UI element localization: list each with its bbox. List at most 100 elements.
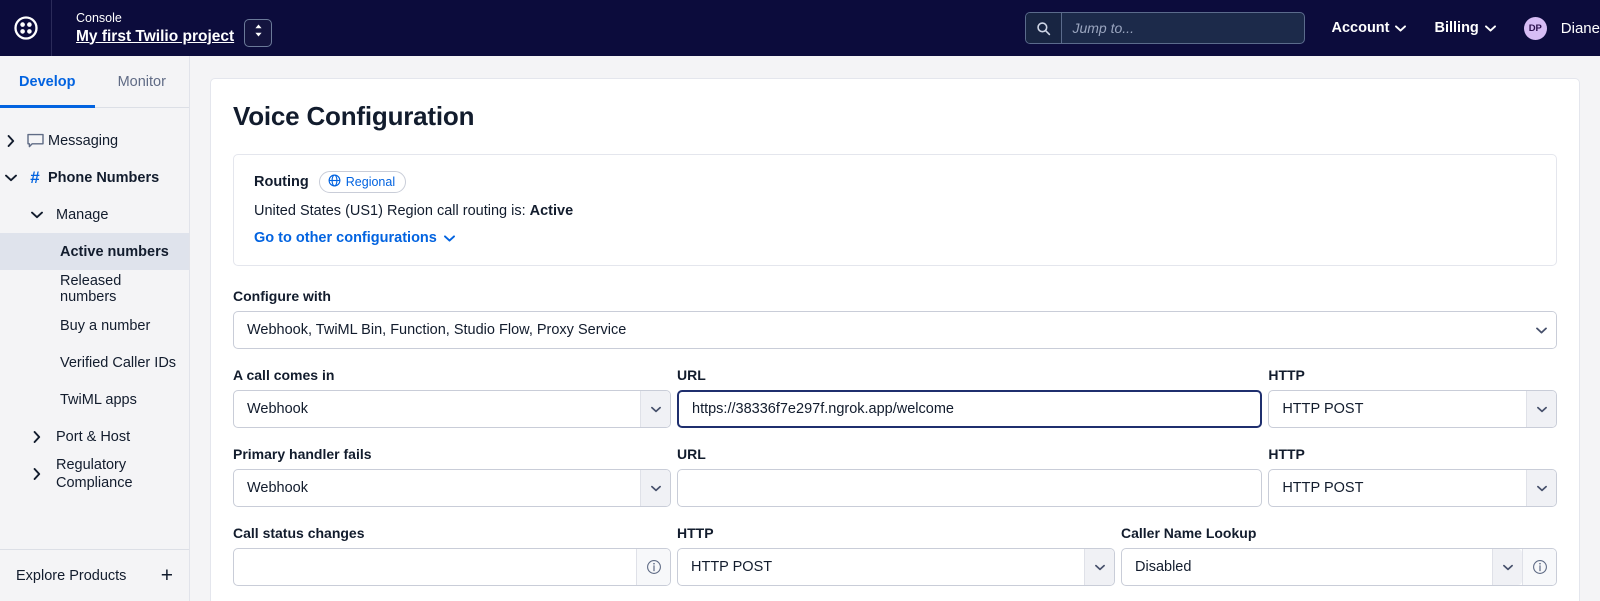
- sidebar-item-phone-numbers[interactable]: # Phone Numbers: [0, 159, 189, 196]
- sidebar-item-messaging[interactable]: Messaging: [0, 122, 189, 159]
- sidebar-item-label: Port & Host: [56, 428, 131, 445]
- info-icon[interactable]: [1522, 549, 1556, 585]
- call-comes-in-http-group: HTTP HTTP POST: [1268, 367, 1558, 428]
- go-to-other-configurations-link[interactable]: Go to other configurations: [254, 230, 455, 246]
- routing-header: Routing Regional: [254, 171, 1536, 193]
- sidebar-item-buy-a-number[interactable]: Buy a number: [0, 307, 189, 344]
- routing-status-prefix: United States (US1) Region call routing …: [254, 203, 530, 219]
- chevron-down-icon[interactable]: [1526, 312, 1556, 348]
- chevron-right-icon[interactable]: [26, 467, 48, 480]
- call-comes-in-label: A call comes in: [233, 367, 335, 383]
- configure-with-select[interactable]: Webhook, TwiML Bin, Function, Studio Flo…: [233, 311, 1557, 349]
- routing-status-text: United States (US1) Region call routing …: [254, 203, 1536, 219]
- sidebar-item-label: TwiML apps: [60, 391, 137, 408]
- plus-icon[interactable]: +: [161, 565, 173, 586]
- page-title: Voice Configuration: [233, 101, 475, 131]
- explore-products-button[interactable]: Explore Products +: [0, 549, 189, 601]
- primary-handler-fails-select[interactable]: Webhook: [233, 469, 671, 507]
- call-status-changes-row: Call status changes HTTP HTTP POST Calle…: [233, 525, 1557, 586]
- chevron-down-icon[interactable]: [640, 470, 670, 506]
- configure-with-value: Webhook, TwiML Bin, Function, Studio Flo…: [247, 322, 627, 338]
- http-label: HTTP: [1268, 367, 1305, 383]
- twilio-logo-button[interactable]: [0, 0, 52, 56]
- call-status-changes-label: Call status changes: [233, 525, 365, 541]
- sidebar-item-label: Manage: [56, 206, 109, 223]
- tab-monitor-label: Monitor: [117, 73, 166, 90]
- sidebar-item-released-numbers[interactable]: Released numbers: [0, 270, 189, 307]
- account-menu[interactable]: Account: [1331, 20, 1407, 36]
- primary-handler-fails-row: Primary handler fails Webhook URL HTTP H…: [233, 446, 1558, 507]
- chevron-down-icon[interactable]: [1492, 549, 1522, 585]
- caller-name-lookup-group: Caller Name Lookup Disabled: [1121, 525, 1557, 586]
- call-status-http-value: HTTP POST: [691, 559, 773, 575]
- call-comes-in-http-value: HTTP POST: [1282, 401, 1364, 417]
- sidebar-item-twiml-apps[interactable]: TwiML apps: [0, 381, 189, 418]
- sidebar-item-label: Released numbers: [60, 272, 122, 305]
- global-search[interactable]: [1025, 12, 1306, 44]
- chevron-down-icon: [1484, 24, 1496, 32]
- voice-configuration-card: Voice Configuration Routing Regional Uni…: [210, 78, 1580, 601]
- chevron-down-icon[interactable]: [26, 211, 48, 219]
- chevron-down-icon[interactable]: [1526, 470, 1557, 506]
- call-comes-in-http-select[interactable]: HTTP POST: [1268, 390, 1558, 428]
- primary-handler-fails-http-value: HTTP POST: [1282, 480, 1364, 496]
- primary-handler-fails-url-group: URL: [677, 446, 1263, 507]
- sidebar-item-manage[interactable]: Manage: [0, 196, 189, 233]
- sidebar-item-label: Verified Caller IDs: [60, 354, 177, 371]
- twilio-logo-icon: [13, 16, 38, 40]
- info-icon[interactable]: [636, 549, 670, 585]
- project-switch-button[interactable]: [244, 19, 273, 47]
- http-label: HTTP: [677, 525, 714, 541]
- project-selector[interactable]: Console My first Twilio project: [52, 9, 273, 47]
- avatar: DP: [1523, 16, 1547, 40]
- routing-status-value: Active: [529, 203, 574, 219]
- sidebar-nav-list: Messaging # Phone Numbers Manage Active …: [0, 108, 189, 549]
- chevron-down-icon[interactable]: [0, 174, 22, 182]
- chevron-down-icon[interactable]: [640, 391, 670, 427]
- sidebar-item-verified-caller-ids[interactable]: Verified Caller IDs: [0, 344, 189, 381]
- top-navigation-bar: Console My first Twilio project Ac: [0, 0, 1600, 56]
- billing-menu[interactable]: Billing: [1434, 20, 1496, 36]
- call-comes-in-select[interactable]: Webhook: [233, 390, 671, 428]
- call-status-changes-group: Call status changes: [233, 525, 671, 586]
- http-label: HTTP: [1268, 446, 1305, 462]
- url-label: URL: [677, 367, 706, 383]
- caller-name-lookup-select[interactable]: Disabled: [1121, 548, 1557, 586]
- primary-handler-fails-http-select[interactable]: HTTP POST: [1268, 469, 1558, 507]
- project-name-link[interactable]: My first Twilio project: [76, 27, 234, 46]
- user-menu[interactable]: DP Diane: [1523, 16, 1600, 40]
- tab-develop-label: Develop: [19, 73, 76, 90]
- search-icon: [1026, 13, 1063, 43]
- primary-handler-fails-label: Primary handler fails: [233, 446, 372, 462]
- sidebar-item-label: Active numbers: [60, 243, 169, 260]
- url-label: URL: [677, 446, 706, 462]
- sidebar-item-regulatory-compliance[interactable]: Regulatory Compliance: [0, 455, 189, 492]
- routing-label: Routing: [254, 174, 309, 190]
- user-name: Diane: [1560, 19, 1600, 37]
- primary-handler-fails-group: Primary handler fails Webhook: [233, 446, 671, 507]
- sidebar-item-label: Phone Numbers: [48, 169, 160, 186]
- tab-monitor[interactable]: Monitor: [95, 56, 190, 107]
- chevron-right-icon[interactable]: [26, 430, 48, 443]
- primary-handler-fails-url-input[interactable]: [677, 469, 1263, 507]
- chevron-down-icon[interactable]: [1084, 549, 1114, 585]
- sidebar-item-label: Buy a number: [60, 317, 151, 334]
- search-input[interactable]: [1062, 13, 1305, 43]
- chevron-down-icon[interactable]: [1526, 391, 1557, 427]
- sidebar-item-port-and-host[interactable]: Port & Host: [0, 418, 189, 455]
- call-comes-in-url-input[interactable]: https://38336f7e297f.ngrok.app/welcome: [677, 390, 1263, 428]
- billing-menu-label: Billing: [1434, 20, 1479, 36]
- call-status-http-select[interactable]: HTTP POST: [677, 548, 1115, 586]
- hash-icon: #: [30, 168, 40, 187]
- tab-develop[interactable]: Develop: [0, 56, 95, 108]
- configure-with-label: Configure with: [233, 288, 331, 304]
- caller-name-lookup-value: Disabled: [1135, 559, 1192, 575]
- chevron-right-icon[interactable]: [0, 134, 22, 147]
- sidebar-item-label: Messaging: [48, 132, 119, 149]
- call-status-changes-input[interactable]: [233, 548, 671, 586]
- topbar-right-group: Account Billing DP Diane: [1025, 0, 1600, 56]
- primary-handler-fails-value: Webhook: [247, 480, 308, 496]
- call-comes-in-url-group: URL https://38336f7e297f.ngrok.app/welco…: [677, 367, 1263, 428]
- sidebar-item-active-numbers[interactable]: Active numbers: [0, 233, 189, 270]
- call-comes-in-group: A call comes in Webhook: [233, 367, 671, 428]
